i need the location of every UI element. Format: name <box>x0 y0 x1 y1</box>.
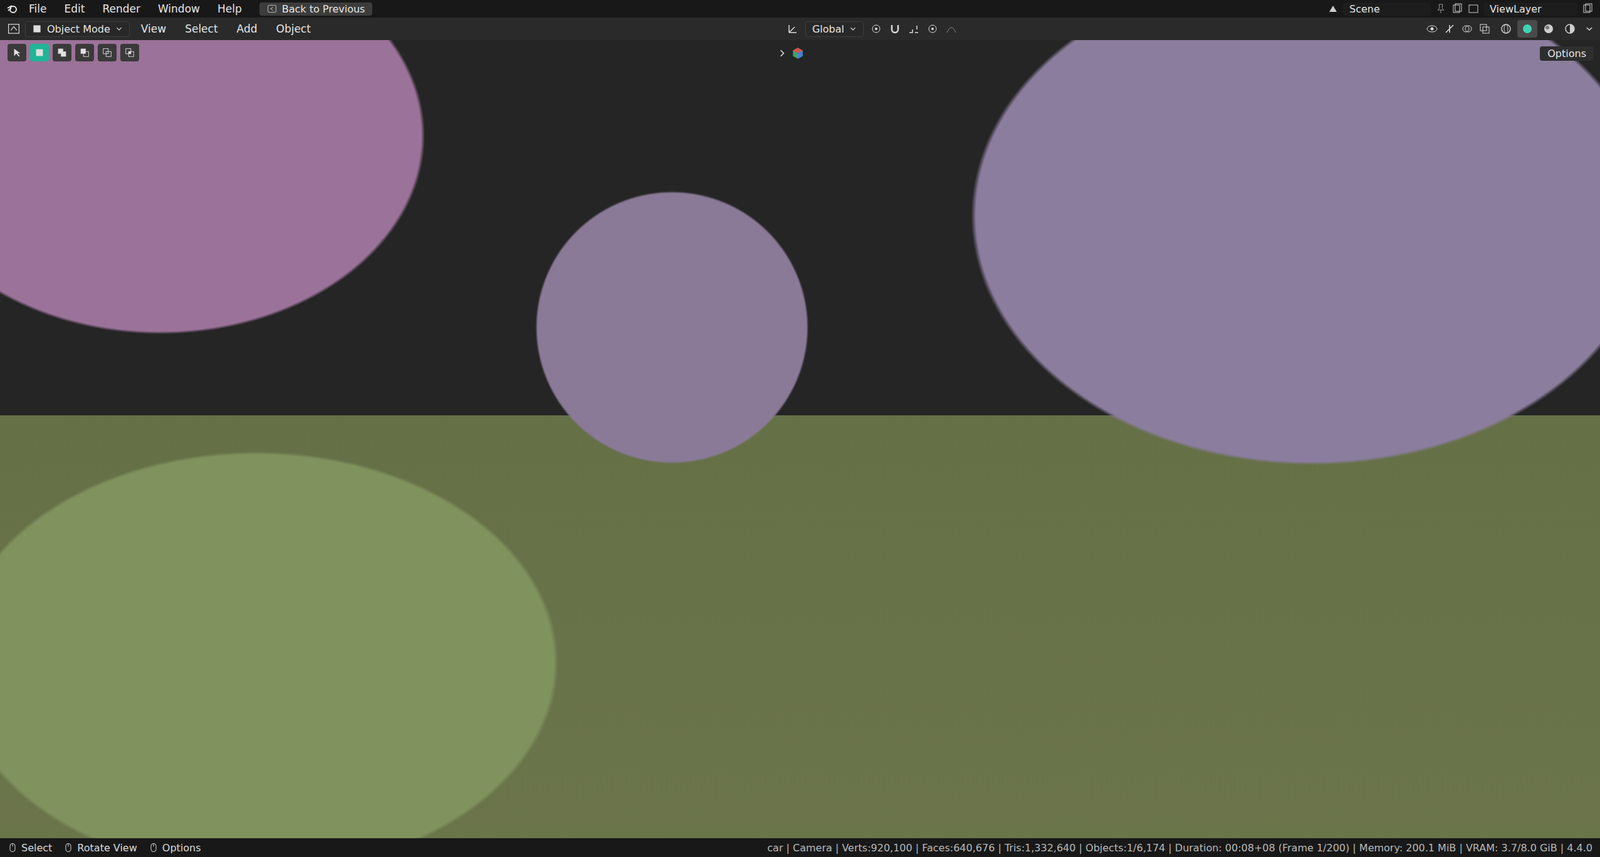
select-extend-icon <box>56 47 68 59</box>
viewport-menu-item[interactable]: View <box>133 21 174 37</box>
top-bar: FileEditRenderWindowHelp Back to Previous… <box>0 0 1600 18</box>
back-to-previous-button[interactable]: Back to Previous <box>259 2 373 16</box>
viewport-header: Object ModeViewSelectAddObject Global <box>0 17 1600 41</box>
scene-icon[interactable] <box>1326 2 1340 16</box>
object-mode-icon <box>31 23 42 34</box>
shading-mode-button[interactable] <box>1538 20 1559 38</box>
back-icon <box>266 3 278 14</box>
mouse-icon <box>7 842 18 853</box>
mouse-icon <box>63 842 74 853</box>
shading-mode-button[interactable] <box>1559 20 1580 38</box>
options-button[interactable]: Options <box>1539 46 1594 61</box>
viewport-menu-item[interactable]: Add <box>229 21 266 37</box>
select-mode-button[interactable] <box>120 43 140 62</box>
snap-target-icon[interactable] <box>907 22 921 36</box>
select-mode-button[interactable] <box>97 43 117 62</box>
shading-wireframe-icon[interactable] <box>1499 22 1513 36</box>
scene-field[interactable]: Scene <box>1343 2 1431 16</box>
shading-material-icon[interactable] <box>1542 22 1555 36</box>
blender-logo-icon[interactable] <box>6 2 19 16</box>
menu-item[interactable]: Help <box>209 1 250 17</box>
3d-viewport[interactable]: Options <box>0 40 1600 839</box>
navigation-gizmo-icon[interactable] <box>790 46 805 61</box>
mouse-icon <box>148 842 159 853</box>
view-layer-field[interactable]: ViewLayer <box>1483 2 1578 16</box>
select-mode-button[interactable] <box>30 43 49 62</box>
select-subtract-icon <box>78 47 91 59</box>
orientation-dropdown[interactable]: Global <box>805 21 864 37</box>
gizmo-overlay <box>777 46 805 61</box>
gizmo-icon[interactable] <box>1443 22 1456 36</box>
shading-rendered-icon[interactable] <box>1563 22 1577 36</box>
view-layer-icon[interactable] <box>1467 2 1480 16</box>
cursor-select-icon <box>11 47 23 59</box>
select-tool-button[interactable] <box>7 43 27 62</box>
viewport-menu-item[interactable]: Select <box>177 21 225 37</box>
shading-mode-button[interactable] <box>1495 20 1517 38</box>
status-hint: Rotate View <box>63 842 137 855</box>
expand-arrow-icon[interactable] <box>777 48 788 59</box>
proportional-edit-icon[interactable] <box>926 22 939 36</box>
chevron-down-icon <box>115 25 123 33</box>
menu-item[interactable]: File <box>21 1 54 17</box>
select-difference-icon <box>101 47 113 59</box>
shading-solid-icon[interactable] <box>1521 22 1534 36</box>
mode-dropdown[interactable]: Object Mode <box>25 21 130 37</box>
select-set-icon <box>33 47 46 59</box>
select-mode-button[interactable] <box>52 43 72 62</box>
blender-window: FileEditRenderWindowHelp Back to Previous… <box>0 0 1600 857</box>
falloff-icon[interactable] <box>945 22 958 36</box>
status-hint: Select <box>7 842 53 855</box>
pivot-point-icon[interactable] <box>869 22 883 36</box>
menu-item[interactable]: Render <box>94 1 148 17</box>
menu-item[interactable]: Window <box>150 1 208 17</box>
new-scene-icon[interactable] <box>1450 2 1464 16</box>
pin-icon <box>1434 2 1448 16</box>
viewport-menu-item[interactable]: Object <box>268 21 319 37</box>
xray-icon[interactable] <box>1478 22 1491 36</box>
overlays-icon[interactable] <box>1460 22 1474 36</box>
status-bar: Select Rotate View Options car | Camera | V… <box>0 838 1600 857</box>
menu-item[interactable]: Edit <box>56 1 93 17</box>
status-hint: Options <box>148 842 202 855</box>
transform-orientation-icon[interactable] <box>786 22 800 36</box>
new-view-layer-icon[interactable] <box>1581 2 1594 16</box>
shading-options-icon[interactable] <box>1584 24 1594 34</box>
select-intersect-icon <box>124 47 136 59</box>
select-mode-button[interactable] <box>75 43 95 62</box>
scene-statistics: car | Camera | Verts:920,100 | Faces:640… <box>767 842 1593 855</box>
shading-mode-button[interactable] <box>1517 20 1538 38</box>
snap-icon[interactable] <box>888 22 902 36</box>
visibility-icon[interactable] <box>1425 22 1439 36</box>
editor-type-icon[interactable] <box>6 21 22 37</box>
tool-header <box>7 43 140 62</box>
chevron-down-icon <box>849 25 857 33</box>
